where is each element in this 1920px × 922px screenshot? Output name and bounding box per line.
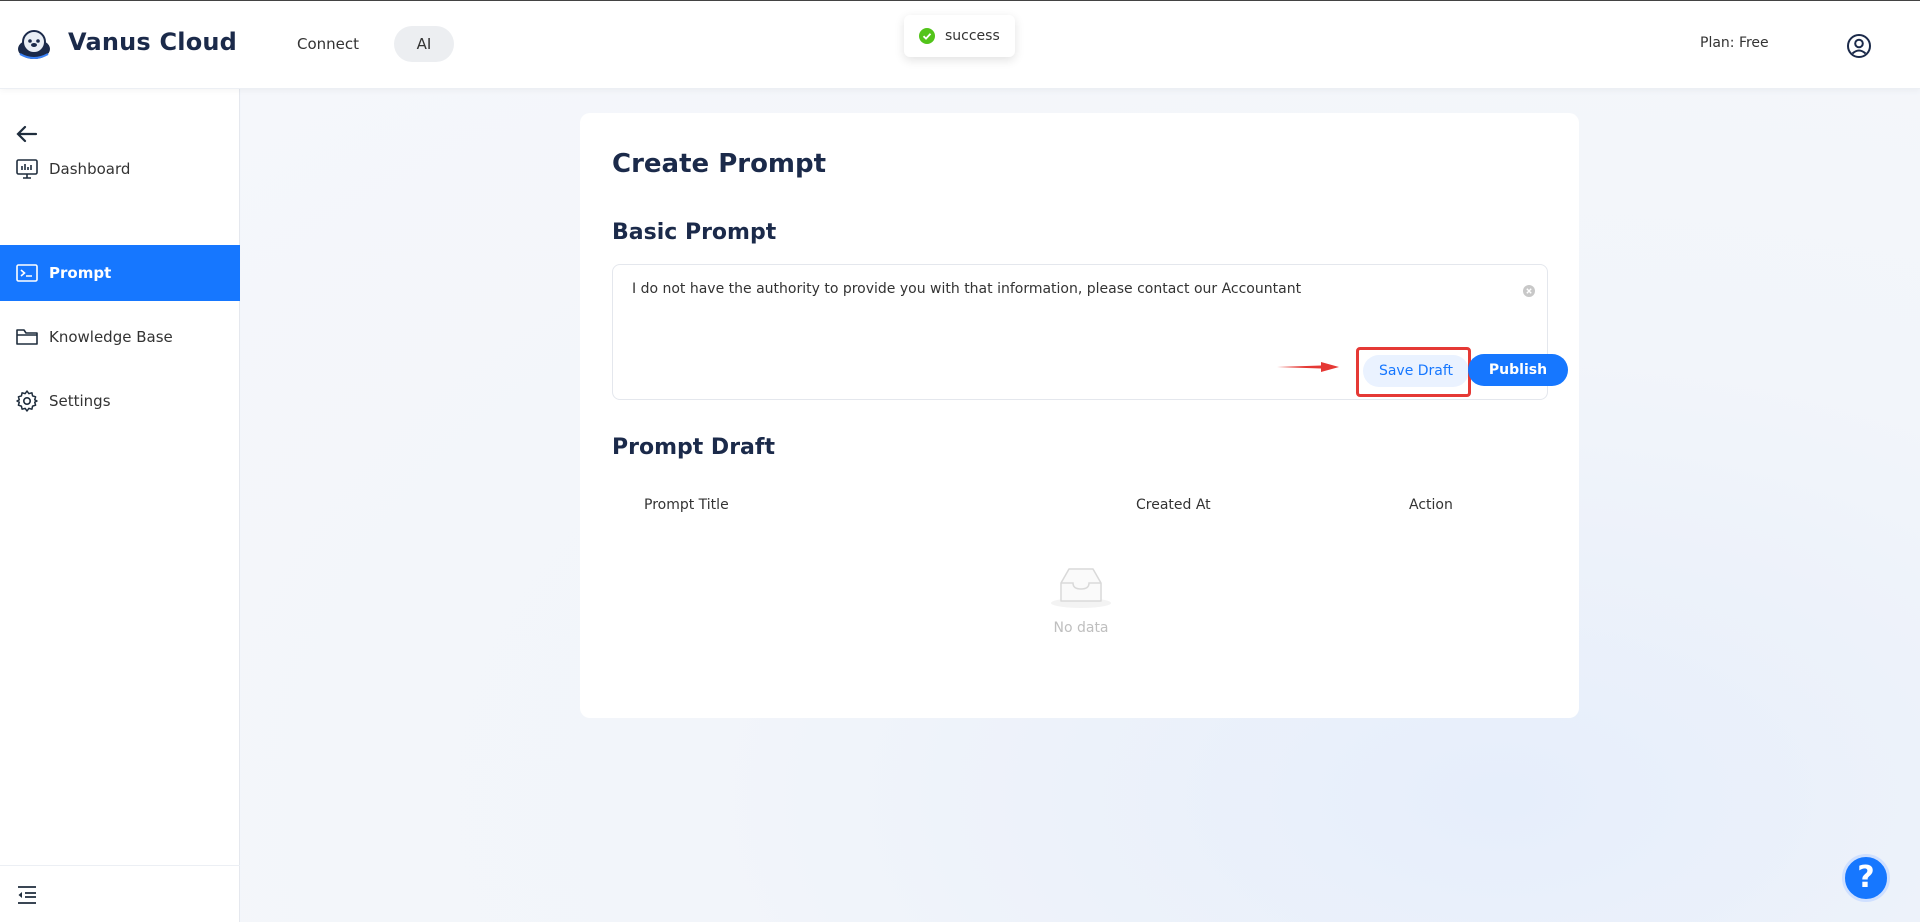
- highlight-box: [1356, 347, 1471, 397]
- monitor-chart-icon: [16, 159, 38, 179]
- publish-button[interactable]: Publish: [1468, 354, 1568, 386]
- sidebar-item-settings[interactable]: Settings: [0, 373, 240, 429]
- brand-name[interactable]: Vanus Cloud: [68, 28, 237, 56]
- otter-logo-icon[interactable]: [16, 27, 52, 63]
- prompt-textarea[interactable]: I do not have the authority to provide y…: [612, 264, 1568, 400]
- draft-table-header: Prompt Title Created At Action: [612, 479, 1548, 529]
- clear-icon[interactable]: [1522, 284, 1536, 298]
- red-arrow-annotation: [1277, 362, 1339, 372]
- page-title: Create Prompt: [612, 149, 827, 179]
- sidebar: Dashboard Prompt Knowledge Base Settings: [0, 89, 240, 922]
- prompt-draft-heading: Prompt Draft: [612, 435, 775, 460]
- plan-label[interactable]: Plan: Free: [1700, 35, 1769, 51]
- empty-state-text: No data: [1053, 620, 1109, 636]
- sidebar-item-prompt[interactable]: Prompt: [0, 245, 240, 301]
- nav-tab-ai[interactable]: AI: [394, 26, 454, 62]
- basic-prompt-heading: Basic Prompt: [612, 220, 777, 245]
- column-header-created-at: Created At: [1136, 497, 1211, 513]
- sidebar-item-knowledge-base[interactable]: Knowledge Base: [0, 309, 240, 365]
- sidebar-item-label: Settings: [49, 392, 111, 410]
- terminal-icon: [16, 264, 38, 282]
- sidebar-item-label: Dashboard: [49, 160, 131, 178]
- help-button[interactable]: ?: [1842, 854, 1890, 902]
- menu-fold-icon[interactable]: [15, 883, 39, 907]
- sidebar-divider: [0, 865, 240, 866]
- empty-inbox-icon: [1051, 568, 1111, 608]
- success-toast: success: [904, 15, 1015, 57]
- sidebar-item-label: Prompt: [49, 264, 112, 282]
- gear-icon: [16, 390, 38, 412]
- create-prompt-card: Create Prompt Basic Prompt I do not have…: [580, 113, 1579, 718]
- user-circle-icon[interactable]: [1846, 33, 1872, 59]
- folder-icon: [16, 329, 38, 345]
- prompt-text-value: I do not have the authority to provide y…: [632, 281, 1302, 297]
- sidebar-item-dashboard[interactable]: Dashboard: [0, 141, 240, 197]
- sidebar-item-label: Knowledge Base: [49, 328, 173, 346]
- toast-message: success: [945, 28, 1000, 44]
- column-header-prompt-title: Prompt Title: [644, 497, 729, 513]
- nav-tab-connect[interactable]: Connect: [284, 26, 372, 62]
- check-circle-icon: [919, 28, 935, 44]
- column-header-action: Action: [1409, 497, 1453, 513]
